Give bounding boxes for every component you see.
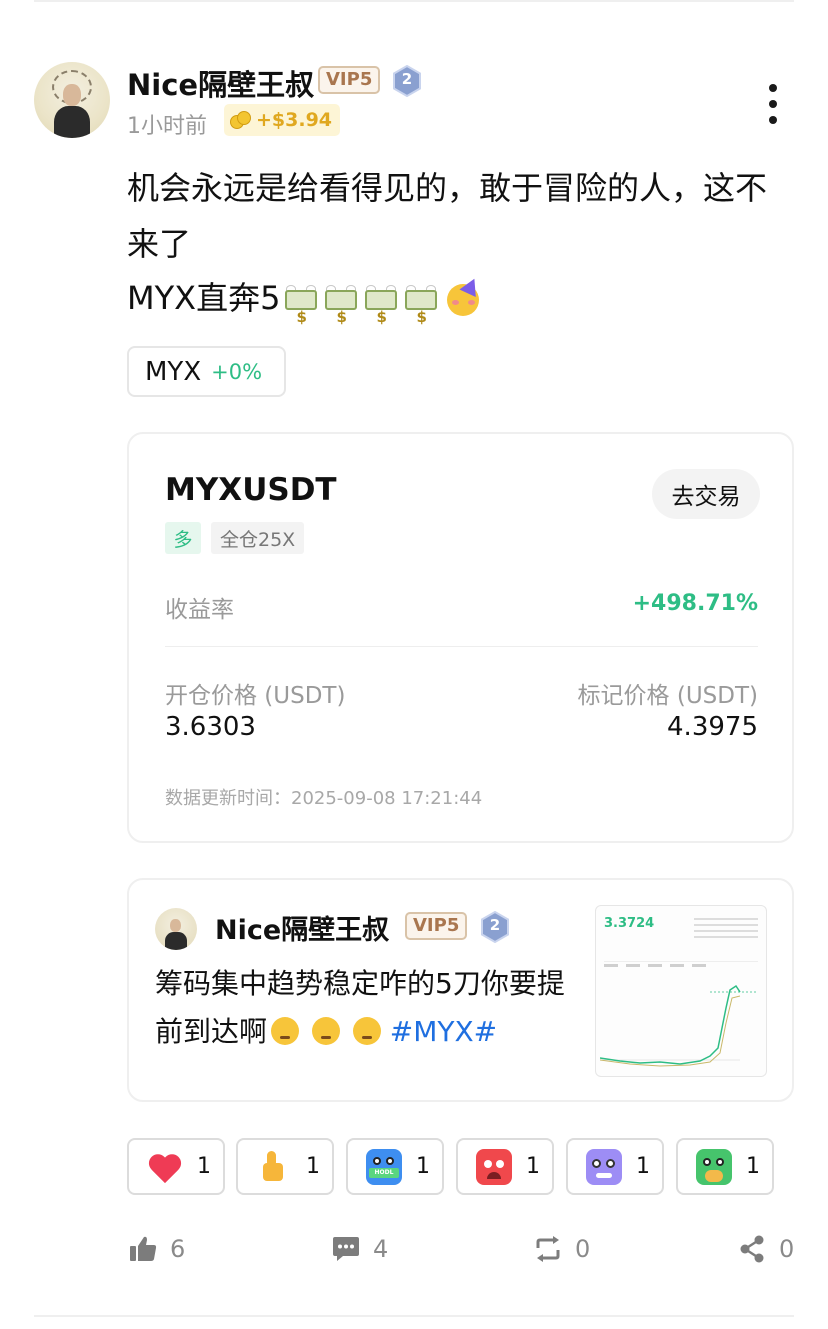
mark-price-label: 标记价格 (USDT) <box>577 683 758 709</box>
mark-price-value: 4.3975 <box>667 712 758 742</box>
quoted-post-card[interactable]: Nice隔壁王叔 VIP5 2 筹码集中趋势稳定咋的5刀你要提前到达啊 #MYX… <box>127 878 794 1102</box>
reaction-angry[interactable]: 1 <box>456 1138 554 1195</box>
comment-icon <box>333 1237 359 1261</box>
reaction-count: 1 <box>526 1154 540 1179</box>
flying-money-icon <box>324 285 360 345</box>
share-icon <box>740 1235 764 1263</box>
position-card[interactable]: MYXUSDT 去交易 多 全仓25X 收益率 +498.71% 开仓价格 (U… <box>127 432 794 843</box>
username[interactable]: Nice隔壁王叔 <box>127 62 314 104</box>
update-time: 数据更新时间：2025-09-08 17:21:44 <box>165 784 482 810</box>
flying-money-icon <box>284 285 320 345</box>
post-line-text: MYX直奔5 <box>127 279 281 317</box>
position-pair: MYXUSDT <box>165 472 337 508</box>
more-options-icon[interactable] <box>764 84 782 124</box>
reaction-count: 1 <box>416 1154 430 1179</box>
thumbs-up-icon <box>256 1149 292 1185</box>
quoted-username: Nice隔壁王叔 <box>215 915 390 946</box>
like-icon <box>130 1236 157 1261</box>
angry-icon <box>476 1148 512 1185</box>
ticker-change: +0% <box>211 359 263 384</box>
repost-icon <box>536 1236 560 1262</box>
quoted-vip-badge: VIP5 <box>405 912 468 940</box>
ticker-chip[interactable]: MYX +0% <box>127 346 286 397</box>
reaction-count: 1 <box>197 1154 211 1179</box>
thinking-face-icon <box>311 1017 340 1045</box>
quoted-level-number: 2 <box>489 916 501 934</box>
card-divider <box>165 646 758 647</box>
post-line: MYX直奔5 <box>127 270 483 345</box>
share-button[interactable]: 0 <box>737 1232 794 1266</box>
like-button[interactable]: 6 <box>128 1232 185 1266</box>
repost-count: 0 <box>575 1235 591 1263</box>
relieved-face-icon <box>352 1017 381 1045</box>
vip-badge: VIP5 <box>318 66 381 94</box>
post-time: 1小时前 <box>127 114 207 139</box>
hashtag-link[interactable]: #MYX# <box>390 1015 497 1048</box>
trade-button[interactable]: 去交易 <box>652 469 760 519</box>
quoted-text: 筹码集中趋势稳定咋的5刀你要提前到达啊 #MYX# <box>155 960 575 1056</box>
open-price-value: 3.6303 <box>165 712 256 742</box>
coins-icon <box>230 111 252 129</box>
reward-badge: +$3.94 <box>224 104 341 136</box>
quoted-avatar <box>155 908 197 950</box>
side-tag: 多 <box>165 522 201 554</box>
pnl-label: 收益率 <box>165 597 234 623</box>
like-count: 6 <box>170 1235 186 1263</box>
comment-button[interactable]: 4 <box>331 1232 388 1266</box>
reaction-count: 1 <box>746 1154 760 1179</box>
reaction-hodl[interactable]: HODL 1 <box>346 1138 444 1195</box>
reaction-count: 1 <box>306 1154 320 1179</box>
share-count: 0 <box>779 1235 795 1263</box>
avatar[interactable] <box>34 62 110 138</box>
repost-button[interactable]: 0 <box>533 1232 590 1266</box>
thinking-face-icon <box>271 1017 300 1045</box>
flying-money-icon <box>364 285 400 345</box>
top-divider <box>34 0 794 2</box>
thumbnail-price: 3.3724 <box>604 916 655 931</box>
reaction-heart[interactable]: 1 <box>127 1138 225 1195</box>
reaction-count: 1 <box>636 1154 650 1179</box>
quoted-level-badge-icon: 2 <box>480 910 510 944</box>
sick-icon <box>696 1148 732 1185</box>
scared-icon <box>586 1148 622 1185</box>
bottom-divider <box>34 1315 794 1317</box>
margin-tag: 全仓25X <box>211 522 305 554</box>
flying-money-icon <box>404 285 440 345</box>
open-price-label: 开仓价格 (USDT) <box>165 683 346 709</box>
level-number: 2 <box>401 70 413 88</box>
reaction-scared[interactable]: 1 <box>566 1138 664 1195</box>
party-face-icon <box>446 274 483 316</box>
ticker-symbol: MYX <box>145 356 202 387</box>
pnl-value: +498.71% <box>632 591 758 616</box>
heart-icon <box>147 1149 183 1185</box>
post-text: 机会永远是给看得见的，敢于冒险的人，这不来了 <box>127 169 768 263</box>
update-time-label: 数据更新时间： <box>165 788 291 809</box>
reaction-thumbs-up[interactable]: 1 <box>236 1138 334 1195</box>
chart-thumbnail[interactable]: 3.3724 <box>595 905 767 1077</box>
update-time-value: 2025-09-08 17:21:44 <box>291 788 483 809</box>
hodl-icon: HODL <box>366 1148 402 1185</box>
thumbnail-chart-line <box>600 984 758 1067</box>
reaction-sick[interactable]: 1 <box>676 1138 774 1195</box>
level-badge-icon: 2 <box>392 64 422 98</box>
comment-count: 4 <box>373 1235 389 1263</box>
reward-amount: +$3.94 <box>256 109 333 131</box>
